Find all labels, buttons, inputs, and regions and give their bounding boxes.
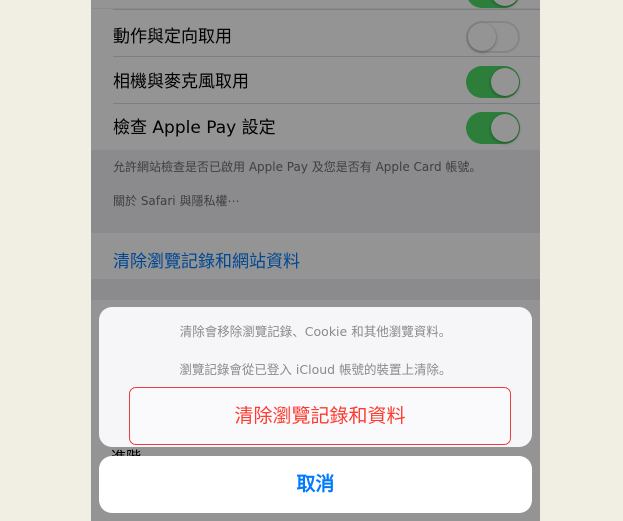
sheet-message-1: 清除會移除瀏覽記錄、Cookie 和其他瀏覽資料。 bbox=[179, 324, 452, 339]
cancel-button[interactable]: 取消 bbox=[99, 456, 532, 513]
phone-screen: 動作與定向取用 相機與麥克風取用 檢查 Apple Pay 設定 允許網站檢查是… bbox=[91, 0, 540, 521]
sheet-message-2: 瀏覽記錄會從已登入 iCloud 帳號的裝置上清除。 bbox=[179, 362, 452, 377]
screenshot-frame: 動作與定向取用 相機與麥克風取用 檢查 Apple Pay 設定 允許網站檢查是… bbox=[0, 0, 623, 521]
clear-history-data-button[interactable]: 清除瀏覽記錄和資料 bbox=[129, 387, 511, 445]
